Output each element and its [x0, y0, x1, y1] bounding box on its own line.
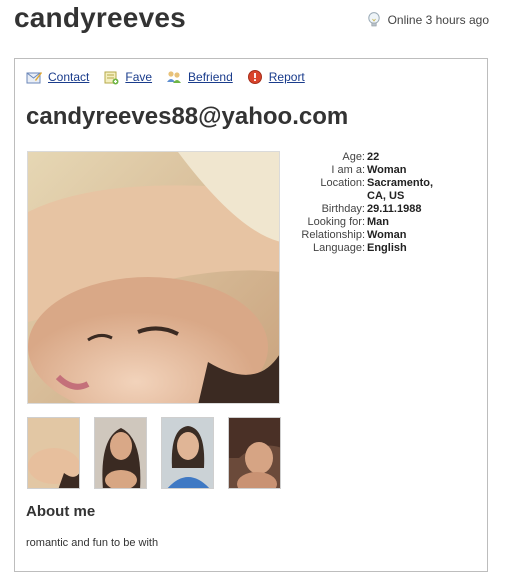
- profile-details: Age: 22 I am a: Woman Location: Sacramen…: [279, 151, 443, 255]
- report-action[interactable]: Report: [247, 69, 305, 85]
- detail-label: I am a:: [331, 164, 365, 176]
- detail-value: English: [367, 242, 407, 254]
- fave-action[interactable]: Fave: [103, 69, 152, 85]
- contact-action[interactable]: Contact: [26, 69, 89, 85]
- photo-thumbnails: [27, 417, 281, 489]
- detail-location: Location: Sacramento, CA, US: [279, 177, 443, 203]
- detail-value: Woman: [367, 229, 407, 241]
- thumbnail-photo[interactable]: [228, 417, 281, 489]
- about-text: romantic and fun to be with: [26, 537, 159, 549]
- online-status: Online 3 hours ago: [367, 12, 489, 28]
- detail-label: Location:: [320, 177, 365, 189]
- thumbnail-photo[interactable]: [27, 417, 80, 489]
- lightbulb-icon: [367, 12, 381, 28]
- detail-language: Language: English: [279, 242, 443, 255]
- detail-label: Relationship:: [301, 229, 365, 241]
- detail-label: Language:: [313, 242, 365, 254]
- online-status-text: Online 3 hours ago: [387, 13, 489, 27]
- detail-value: Man: [367, 216, 389, 228]
- fave-icon: [103, 69, 119, 85]
- about-heading: About me: [26, 503, 96, 520]
- detail-label: Looking for:: [307, 216, 365, 228]
- detail-value: Sacramento, CA, US: [367, 177, 434, 202]
- profile-panel: Contact Fave Befriend Report candyreeves…: [14, 58, 488, 572]
- detail-looking-for: Looking for: Man: [279, 216, 443, 229]
- profile-heading: candyreeves88@yahoo.com: [26, 103, 349, 130]
- befriend-link[interactable]: Befriend: [188, 70, 233, 84]
- profile-actions: Contact Fave Befriend Report: [26, 69, 305, 85]
- befriend-action[interactable]: Befriend: [166, 69, 233, 85]
- contact-icon: [26, 69, 42, 85]
- contact-link[interactable]: Contact: [48, 70, 89, 84]
- detail-age: Age: 22: [279, 151, 443, 164]
- main-profile-photo[interactable]: [27, 151, 280, 404]
- thumbnail-photo[interactable]: [161, 417, 214, 489]
- thumbnail-photo[interactable]: [94, 417, 147, 489]
- detail-gender: I am a: Woman: [279, 164, 443, 177]
- report-icon: [247, 69, 263, 85]
- detail-value: 29.11.1988: [367, 203, 422, 215]
- fave-link[interactable]: Fave: [125, 70, 152, 84]
- detail-relationship: Relationship: Woman: [279, 229, 443, 242]
- detail-birthday: Birthday: 29.11.1988: [279, 203, 443, 216]
- report-link[interactable]: Report: [269, 70, 305, 84]
- detail-label: Birthday:: [321, 203, 365, 215]
- detail-value: 22: [367, 151, 380, 163]
- befriend-icon: [166, 69, 182, 85]
- detail-label: Age:: [342, 151, 365, 163]
- detail-value: Woman: [367, 164, 407, 176]
- profile-username: candyreeves: [14, 2, 186, 33]
